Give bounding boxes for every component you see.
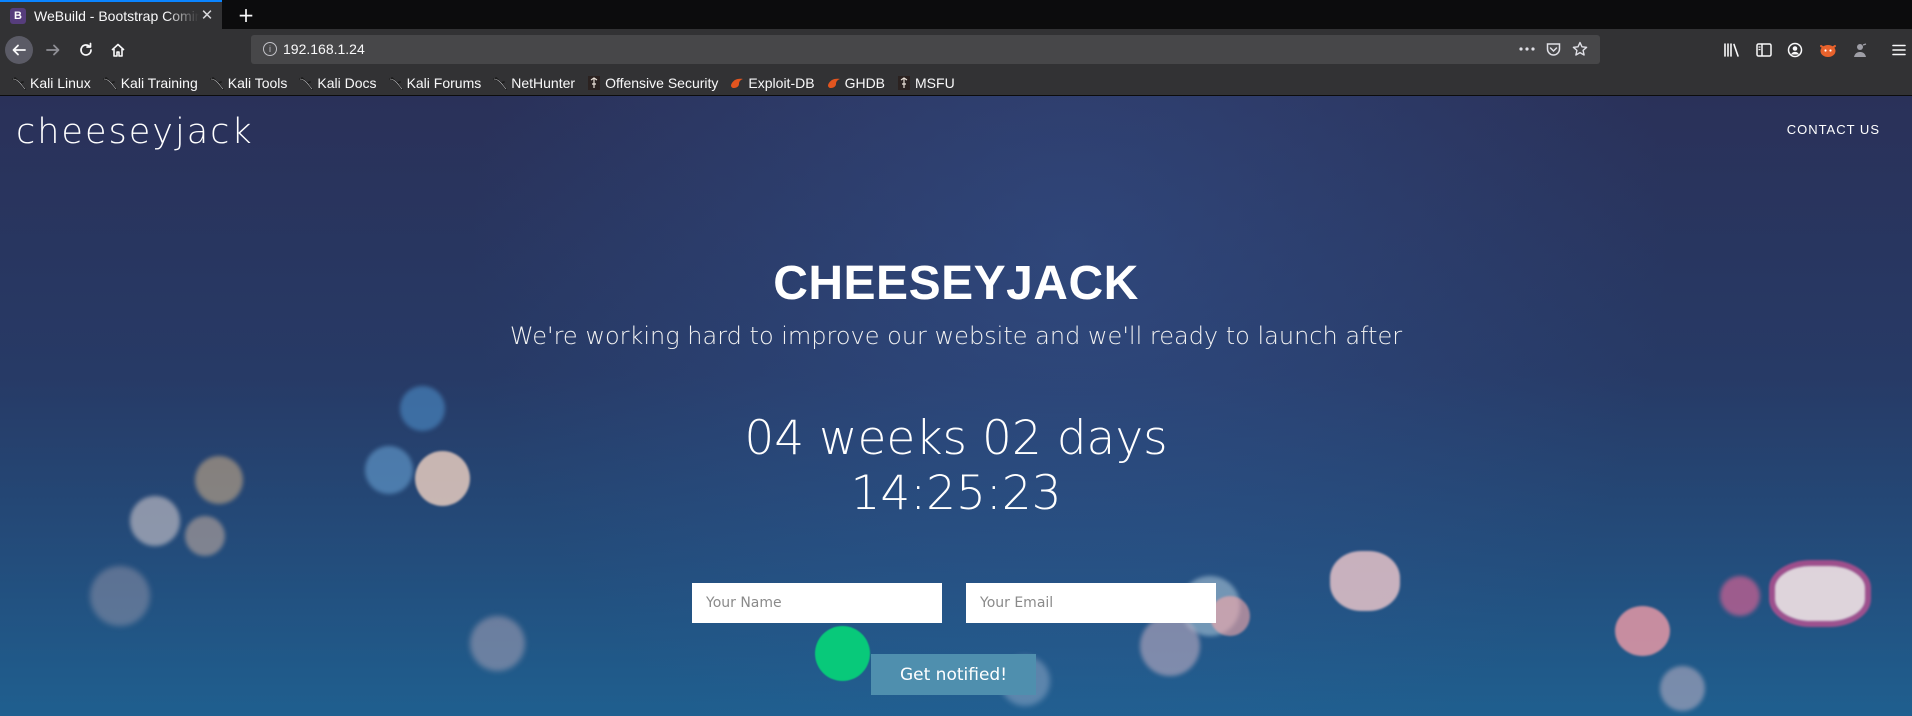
site-info-icon[interactable]: i	[263, 42, 277, 56]
bookmark-label: Kali Training	[120, 75, 198, 91]
bokeh-light	[815, 626, 870, 681]
bookmark-label: Kali Forums	[406, 75, 482, 91]
name-input[interactable]	[692, 583, 942, 623]
exploitdb-icon	[730, 76, 744, 90]
kali-dragon-icon	[102, 76, 117, 90]
page-actions-icon[interactable]	[1516, 38, 1538, 60]
bookmark-item[interactable]: Kali Docs	[299, 75, 377, 91]
bookmark-item[interactable]: Offensive Security	[587, 75, 718, 91]
bokeh-light	[90, 566, 150, 626]
bookmark-item[interactable]: MSFU	[897, 75, 955, 91]
bootstrap-favicon-icon: B	[10, 7, 26, 24]
countdown-weeks-days: 04 weeks 02 days	[744, 411, 1168, 466]
bookmark-star-icon[interactable]	[1569, 38, 1591, 60]
bookmark-label: NetHunter	[511, 75, 576, 91]
bookmark-item[interactable]: NetHunter	[493, 75, 575, 91]
kali-dragon-icon	[493, 76, 508, 90]
bokeh-light	[470, 616, 525, 671]
account-icon[interactable]	[1782, 37, 1808, 63]
bookmark-item[interactable]: Kali Training	[102, 75, 198, 91]
navigation-toolbar: i 192.168.1.24	[0, 29, 1912, 71]
bookmark-item[interactable]: Kali Forums	[388, 75, 482, 91]
get-notified-button[interactable]: Get notified!	[871, 654, 1036, 695]
bokeh-light	[1775, 566, 1865, 621]
page-viewport: cheeseyjack CONTACT US CHEESEYJACK We're…	[0, 96, 1912, 716]
kali-dragon-icon	[12, 76, 26, 90]
pocket-icon[interactable]	[1542, 38, 1564, 60]
reload-icon[interactable]	[73, 37, 99, 63]
browser-tab[interactable]: B WeBuild - Bootstrap Coming Soon ✕	[0, 0, 222, 29]
bokeh-light	[1660, 666, 1705, 711]
bookmark-label: Exploit-DB	[748, 75, 815, 91]
bookmark-label: Kali Tools	[227, 75, 288, 91]
bokeh-light	[1210, 596, 1250, 636]
sidebar-icon[interactable]	[1751, 37, 1777, 63]
home-icon[interactable]	[105, 37, 131, 63]
bookmark-label: Offensive Security	[605, 75, 719, 91]
bookmark-label: Kali Docs	[317, 75, 377, 91]
bookmark-label: GHDB	[844, 75, 886, 91]
bokeh-light	[185, 516, 225, 556]
bokeh-light	[1720, 576, 1760, 616]
kali-dragon-icon	[388, 76, 403, 90]
back-arrow-icon[interactable]	[5, 36, 33, 64]
kali-dragon-icon	[209, 76, 224, 90]
bokeh-light	[1140, 616, 1200, 676]
tab-title: WeBuild - Bootstrap Coming Soon	[34, 7, 199, 24]
offsec-icon	[587, 76, 601, 90]
menu-icon[interactable]	[1886, 37, 1912, 63]
url-bar[interactable]: i 192.168.1.24	[251, 35, 1600, 64]
kali-dragon-icon	[299, 76, 314, 90]
hero-subtitle: We're working hard to improve our websit…	[509, 322, 1403, 350]
new-tab-icon[interactable]: +	[232, 0, 260, 29]
email-input[interactable]	[966, 583, 1216, 623]
bookmark-item[interactable]: GHDB	[827, 75, 885, 91]
bokeh-light	[1615, 606, 1670, 656]
url-text[interactable]: 192.168.1.24	[283, 41, 365, 57]
hero-title: CHEESEYJACK	[773, 257, 1139, 310]
bookmark-label: MSFU	[915, 75, 955, 91]
bookmarks-toolbar: Kali Linux Kali Training Kali Tools Kali Do…	[0, 71, 1912, 96]
nav-contact-link[interactable]: CONTACT US	[1787, 122, 1880, 137]
tab-bar: B WeBuild - Bootstrap Coming Soon ✕ +	[0, 0, 1912, 29]
exploitdb-icon	[827, 76, 841, 90]
library-icon[interactable]	[1719, 37, 1745, 63]
bokeh-light	[1330, 551, 1400, 611]
countdown-time: 14:25:23	[850, 466, 1062, 521]
site-brand-logo[interactable]: cheeseyjack	[16, 112, 254, 152]
bookmark-item[interactable]: Exploit-DB	[730, 75, 815, 91]
extension-fox-icon[interactable]	[1815, 37, 1841, 63]
bookmark-item[interactable]: Kali Linux	[12, 75, 91, 91]
close-icon[interactable]: ✕	[198, 6, 216, 24]
extension-person-icon[interactable]	[1847, 37, 1873, 63]
offsec-icon	[897, 76, 911, 90]
bookmark-item[interactable]: Kali Tools	[209, 75, 288, 91]
forward-arrow-icon[interactable]	[40, 37, 66, 63]
bookmark-label: Kali Linux	[30, 75, 91, 91]
